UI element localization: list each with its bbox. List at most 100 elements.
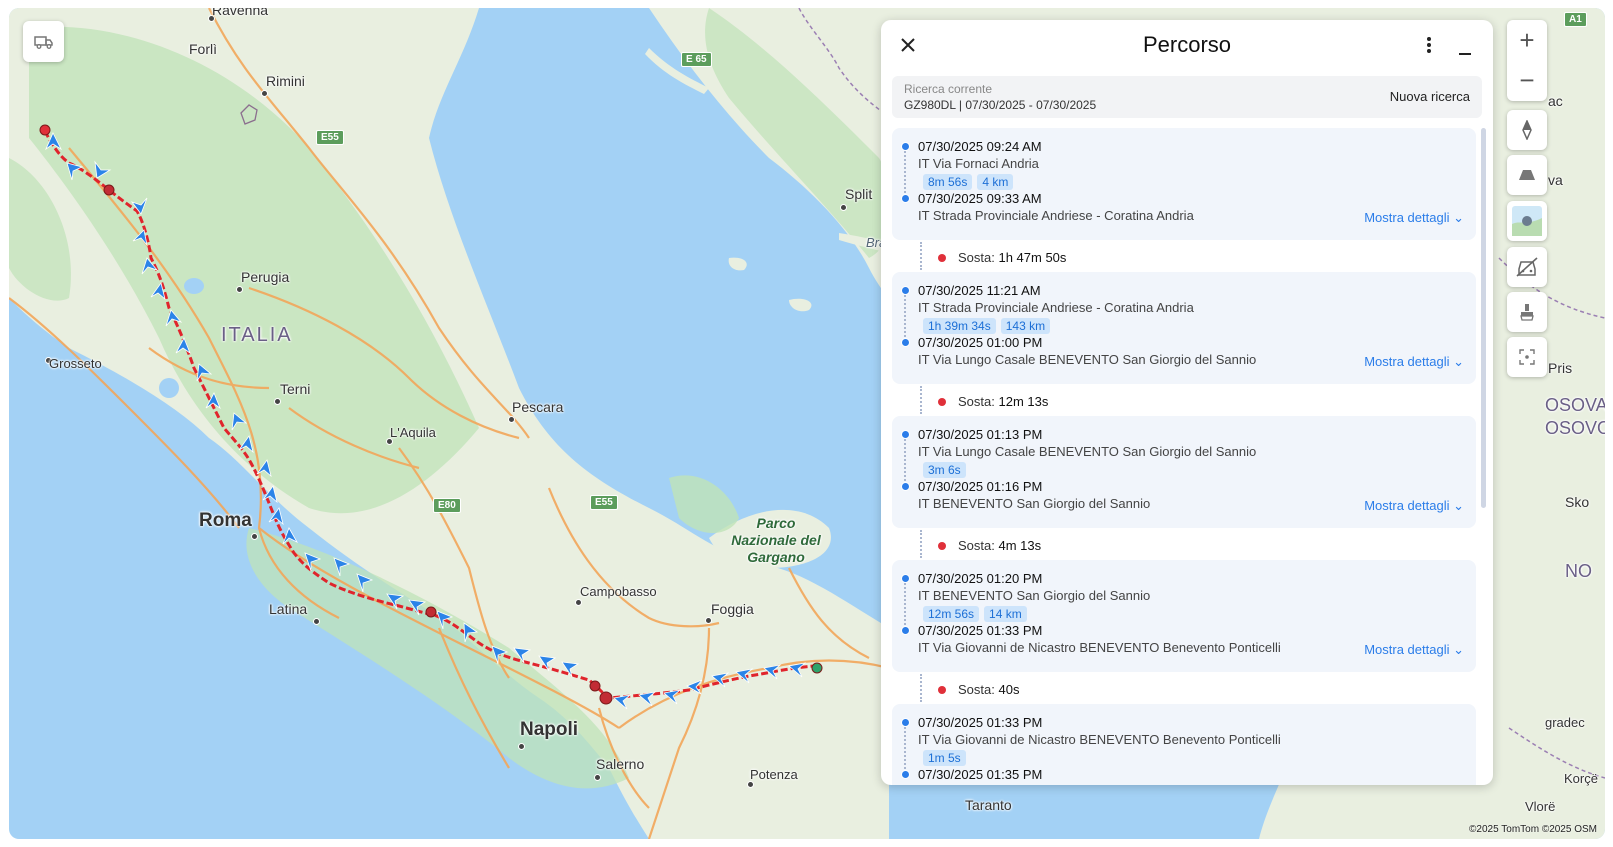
- map-attribution: ©2025 TomTom ©2025 OSM: [1469, 824, 1597, 835]
- label-edge-pris: Pris: [1548, 360, 1573, 376]
- trip-card: 07/30/2025 11:21 AM IT Strada Provincial…: [892, 272, 1476, 384]
- stop-dot-icon: [938, 686, 946, 694]
- current-search: Ricerca corrente GZ980DL | 07/30/2025 - …: [892, 76, 1482, 118]
- road-badge-e80: E80: [433, 498, 461, 513]
- chevron-down-icon: ⌄: [1453, 210, 1464, 225]
- compass-button[interactable]: [1507, 110, 1547, 150]
- label-park: Parco Nazionale del Gargano: [731, 515, 821, 565]
- traffic-toggle-button[interactable]: [1507, 247, 1547, 287]
- clear-button[interactable]: [1507, 292, 1547, 332]
- label-edge-osova: OSOVA: [1545, 395, 1605, 415]
- label-foggia: Foggia: [711, 601, 754, 617]
- trip-end-time: 07/30/2025 01:35 PM: [918, 767, 1043, 782]
- label-salerno: Salerno: [596, 756, 645, 772]
- show-details-link[interactable]: Mostra dettagli ⌄: [1364, 210, 1464, 226]
- new-search-button[interactable]: Nuova ricerca: [1390, 89, 1470, 104]
- label-laquila: L'Aquila: [390, 425, 436, 440]
- trip-end-time: 07/30/2025 01:00 PM: [918, 335, 1043, 350]
- minimize-button[interactable]: [1457, 36, 1475, 58]
- trip-card: 07/30/2025 01:33 PM IT Via Giovanni de N…: [892, 704, 1476, 785]
- focus-icon: [1519, 349, 1535, 365]
- more-options-button[interactable]: [1423, 35, 1435, 57]
- label-terni: Terni: [280, 381, 311, 397]
- show-details-link[interactable]: Mostra dettagli ⌄: [1364, 354, 1464, 370]
- trip-duration: 12m 56s: [923, 606, 980, 622]
- panel-header: Percorso: [881, 20, 1493, 72]
- trip-card: 07/30/2025 09:24 AM IT Via Fornaci Andri…: [892, 128, 1476, 240]
- trip-end-address: IT Strada Provinciale Andriese - Coratin…: [918, 208, 1194, 223]
- vehicle-button[interactable]: [23, 21, 64, 62]
- label-edge-gradec: gradec: [1545, 715, 1585, 730]
- label-ravenna: Ravenna: [212, 8, 269, 18]
- road-badge-e55-south: E55: [590, 495, 618, 510]
- trip-end-address: IT Via Giovanni de Nicastro BENEVENTO Be…: [918, 640, 1281, 655]
- zoom-in-button[interactable]: +: [1507, 21, 1547, 61]
- label-edge-vlore: Vlorë: [1525, 799, 1556, 814]
- zoom-out-button[interactable]: −: [1507, 61, 1547, 101]
- stop-duration: Sosta: 12m 13s: [958, 394, 1049, 409]
- more-vertical-icon: [1427, 37, 1431, 53]
- trip-start-address: IT Via Giovanni de Nicastro BENEVENTO Be…: [918, 732, 1281, 747]
- trip-duration: 3m 6s: [923, 462, 966, 478]
- label-potenza: Potenza: [750, 767, 798, 782]
- truck-icon: [33, 35, 53, 49]
- label-perugia: Perugia: [241, 269, 290, 285]
- stop-duration: Sosta: 4m 13s: [958, 538, 1042, 553]
- label-grosseto: Grosseto: [49, 356, 102, 371]
- label-edge-korce: Korçë: [1564, 771, 1598, 786]
- stop-dot-icon: [938, 254, 946, 262]
- trip-distance: 14 km: [984, 606, 1027, 622]
- stop-row: Sosta: 40s: [892, 674, 1476, 706]
- perspective-icon: [1519, 170, 1535, 180]
- stop-row: Sosta: 1h 47m 50s: [892, 242, 1476, 274]
- road-badge-e55-north: E55: [316, 130, 344, 145]
- stop-dot-icon: [938, 542, 946, 550]
- trip-start-time: 07/30/2025 11:21 AM: [918, 283, 1041, 298]
- label-forli: Forlì: [189, 41, 217, 57]
- label-edge-sko: Sko: [1565, 494, 1590, 510]
- label-edge-ac: ac: [1548, 93, 1563, 109]
- label-rimini: Rimini: [266, 73, 305, 89]
- label-edge-no: NO: [1565, 561, 1592, 581]
- trip-start-address: IT Via Lungo Casale BENEVENTO San Giorgi…: [918, 444, 1257, 459]
- label-pescara: Pescara: [512, 399, 564, 415]
- label-edge-va: va: [1548, 172, 1563, 188]
- show-details-link[interactable]: Mostra dettagli ⌄: [1364, 642, 1464, 658]
- fit-bounds-button[interactable]: [1507, 337, 1547, 377]
- trip-start-address: IT BENEVENTO San Giorgio del Sannio: [918, 588, 1151, 603]
- trip-end-address: IT Via Lungo Casale BENEVENTO San Giorgi…: [918, 352, 1257, 367]
- stop-duration: Sosta: 1h 47m 50s: [958, 250, 1067, 265]
- trip-end-time: 07/30/2025 01:33 PM: [918, 623, 1043, 638]
- trip-start-address: IT Strada Provinciale Andriese - Coratin…: [918, 300, 1194, 315]
- map-layer-icon: [1512, 206, 1542, 236]
- stop-row: Sosta: 12m 13s: [892, 386, 1476, 418]
- map-style-button[interactable]: [1507, 201, 1547, 241]
- trip-card: 07/30/2025 01:20 PM IT BENEVENTO San Gio…: [892, 560, 1476, 672]
- trip-distance: 4 km: [977, 174, 1014, 190]
- label-edge-osovo: OSOVO: [1545, 418, 1605, 438]
- show-details-link[interactable]: Mostra dettagli ⌄: [1364, 498, 1464, 514]
- label-taranto: Taranto: [965, 797, 1012, 813]
- tilt-button[interactable]: [1507, 155, 1547, 195]
- zoom-control: + −: [1507, 20, 1547, 101]
- road-badge-a1: A1: [1564, 12, 1587, 27]
- current-search-label: Ricerca corrente: [904, 82, 993, 96]
- road-badge-e65: E 65: [681, 52, 712, 67]
- trip-list-scrollbar[interactable]: [1481, 128, 1486, 508]
- compass-icon: [1522, 120, 1532, 140]
- traffic-off-icon: [1516, 257, 1538, 277]
- trip-start-time: 07/30/2025 01:20 PM: [918, 571, 1043, 586]
- brush-icon: [1520, 304, 1534, 321]
- trip-end-address: IT BENEVENTO San Giorgio del Sannio: [918, 496, 1151, 511]
- label-split: Split: [845, 186, 873, 202]
- label-latina: Latina: [269, 601, 308, 617]
- minimize-icon: [1459, 53, 1471, 55]
- panel-title: Percorso: [1142, 32, 1232, 57]
- chevron-down-icon: ⌄: [1453, 354, 1464, 369]
- stop-row: Sosta: 4m 13s: [892, 530, 1476, 562]
- trip-duration: 8m 56s: [923, 174, 973, 190]
- trip-list[interactable]: 07/30/2025 09:24 AM IT Via Fornaci Andri…: [892, 128, 1477, 785]
- label-roma: Roma: [199, 510, 252, 531]
- trip-card: 07/30/2025 01:13 PM IT Via Lungo Casale …: [892, 416, 1476, 528]
- label-italia: ITALIA: [221, 324, 293, 346]
